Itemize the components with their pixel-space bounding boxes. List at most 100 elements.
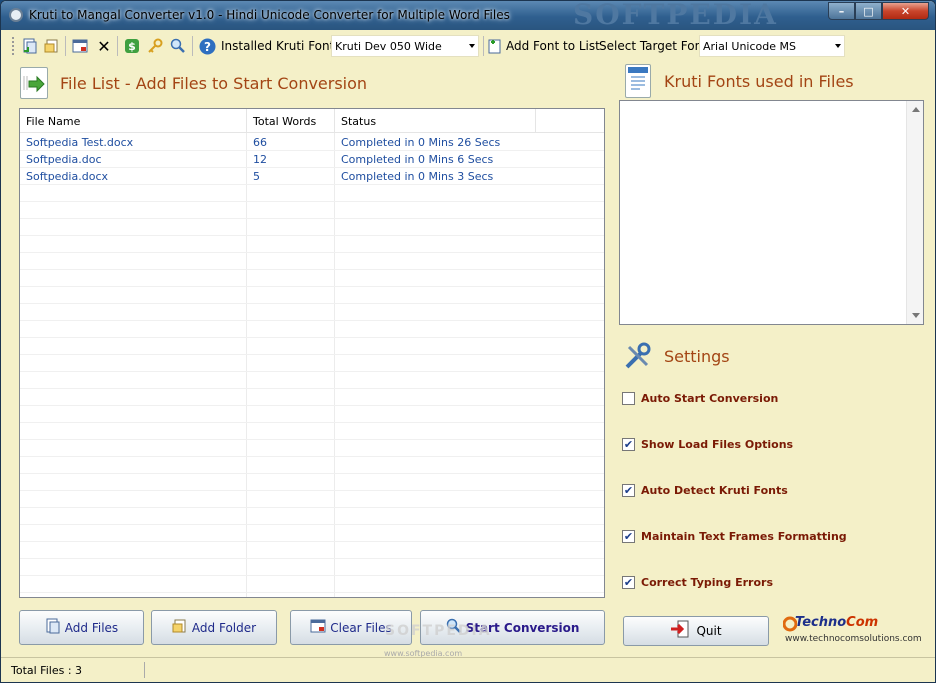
setting-correct-typing-errors[interactable]: ✔ Correct Typing Errors [622,574,773,590]
clear-files-icon [310,618,326,638]
toolbar-separator [117,36,118,56]
empty-table-row [20,525,604,542]
status-cell: Completed in 0 Mins 26 Secs [341,136,501,149]
file-name-cell: Softpedia Test.docx [26,136,134,149]
empty-table-row [20,321,604,338]
setting-auto-start-conversion[interactable]: Auto Start Conversion [622,390,778,406]
scroll-down-icon[interactable] [912,313,920,318]
checkbox[interactable] [622,391,635,405]
checkbox[interactable]: ✔ [622,575,635,589]
minimize-button[interactable]: – [828,2,855,20]
empty-table-row [20,440,604,457]
empty-table-row [20,270,604,287]
checkbox[interactable]: ✔ [622,437,635,451]
buy-icon[interactable]: $ [123,37,141,55]
chevron-down-icon [835,44,841,48]
add-font-to-list-button[interactable]: Add Font to List [506,39,600,53]
target-font-dropdown[interactable]: Arial Unicode MS [699,35,845,57]
window-title: Kruti to Mangal Converter v1.0 - Hindi U… [29,8,510,22]
total-words-cell: 5 [253,170,260,183]
total-words-cell: 66 [253,136,267,149]
setting-label: Auto Detect Kruti Fonts [641,483,788,497]
target-font-label: Select Target Font [599,39,707,53]
setting-maintain-text-frames[interactable]: ✔ Maintain Text Frames Formatting [622,528,847,544]
quit-button[interactable]: Quit [623,616,769,646]
search-icon[interactable] [169,37,187,55]
empty-table-row [20,542,604,559]
clear-files-icon[interactable] [71,37,89,55]
technocom-logo: TechnoCom www.technocomsolutions.com [783,615,923,649]
table-row[interactable]: Softpedia.doc 12 Completed in 0 Mins 6 Sec… [20,151,604,168]
checkbox[interactable]: ✔ [622,483,635,497]
empty-table-row [20,423,604,440]
key-icon[interactable] [146,37,164,55]
close-button[interactable]: ✕ [882,2,929,20]
add-folder-icon[interactable] [43,37,61,55]
clear-files-label: Clear Files [330,620,392,635]
quit-label: Quit [696,624,722,638]
empty-table-row [20,474,604,491]
setting-label: Correct Typing Errors [641,575,773,589]
setting-show-load-files-options[interactable]: ✔ Show Load Files Options [622,436,793,452]
svg-text:?: ? [204,40,211,54]
add-files-button[interactable]: Add Files [19,610,144,645]
toolbar-separator [483,36,484,56]
status-bar: Total Files : 3 [1,657,935,682]
table-header: File Name Total Words Status [20,109,604,133]
setting-auto-detect-kruti-fonts[interactable]: ✔ Auto Detect Kruti Fonts [622,482,788,498]
add-folder-button[interactable]: Add Folder [151,610,277,645]
column-header-total-words[interactable]: Total Words [247,109,335,133]
empty-table-row [20,236,604,253]
toolbar: ✕ $ ? Installed Kruti Fonts Kruti Dev 05… [9,32,931,60]
empty-table-row [20,559,604,576]
kruti-fonts-list[interactable] [619,100,924,325]
setting-label: Auto Start Conversion [641,391,779,405]
table-row[interactable]: Softpedia.docx 5 Completed in 0 Mins 3 Sec… [20,168,604,185]
empty-table-row [20,355,604,372]
table-row[interactable]: Softpedia Test.docx 66 Completed in 0 Mins… [20,134,604,151]
window-controls: – □ ✕ [828,2,929,20]
add-files-icon[interactable] [21,37,39,55]
fonts-doc-icon [625,64,651,98]
empty-table-row [20,508,604,525]
app-window: Kruti to Mangal Converter v1.0 - Hindi U… [0,0,936,683]
maximize-button[interactable]: □ [855,2,882,20]
status-cell: Completed in 0 Mins 6 Secs [341,153,494,166]
fonts-scrollbar[interactable] [906,101,923,324]
empty-table-row [20,406,604,423]
remove-icon[interactable]: ✕ [95,37,113,56]
installed-fonts-label: Installed Kruti Fonts [221,39,341,53]
file-list-title: File List - Add Files to Start Conversio… [60,74,368,93]
column-header-file-name[interactable]: File Name [20,109,247,133]
add-files-icon [45,618,61,638]
title-bar[interactable]: Kruti to Mangal Converter v1.0 - Hindi U… [1,1,935,31]
empty-table-row [20,576,604,593]
setting-label: Show Load Files Options [641,437,794,451]
toolbar-grip[interactable] [12,37,15,55]
folder-icon [172,618,188,638]
watermark: SOFTPEDIA [385,623,492,639]
total-words-cell: 12 [253,153,267,166]
empty-table-row [20,202,604,219]
status-separator [144,662,145,678]
file-list-table[interactable]: File Name Total Words Status Softpedia T… [19,108,605,598]
setting-label: Maintain Text Frames Formatting [641,529,847,543]
chevron-down-icon [469,44,475,48]
scroll-up-icon[interactable] [912,107,920,112]
add-font-icon[interactable] [486,37,504,55]
tools-icon [623,341,653,371]
installed-fonts-dropdown[interactable]: Kruti Dev 050 Wide [331,35,479,57]
app-icon[interactable] [9,8,23,22]
svg-text:$: $ [128,40,136,53]
total-files-status: Total Files : 3 [11,664,83,677]
checkbox[interactable]: ✔ [622,529,635,543]
file-list-icon [20,67,48,99]
empty-table-row [20,287,604,304]
empty-table-row [20,491,604,508]
empty-table-row [20,219,604,236]
exit-icon [670,620,692,642]
column-header-status[interactable]: Status [335,109,536,133]
kruti-fonts-title: Kruti Fonts used in Files [664,72,854,91]
help-icon[interactable]: ? [198,37,216,55]
empty-table-row [20,338,604,355]
